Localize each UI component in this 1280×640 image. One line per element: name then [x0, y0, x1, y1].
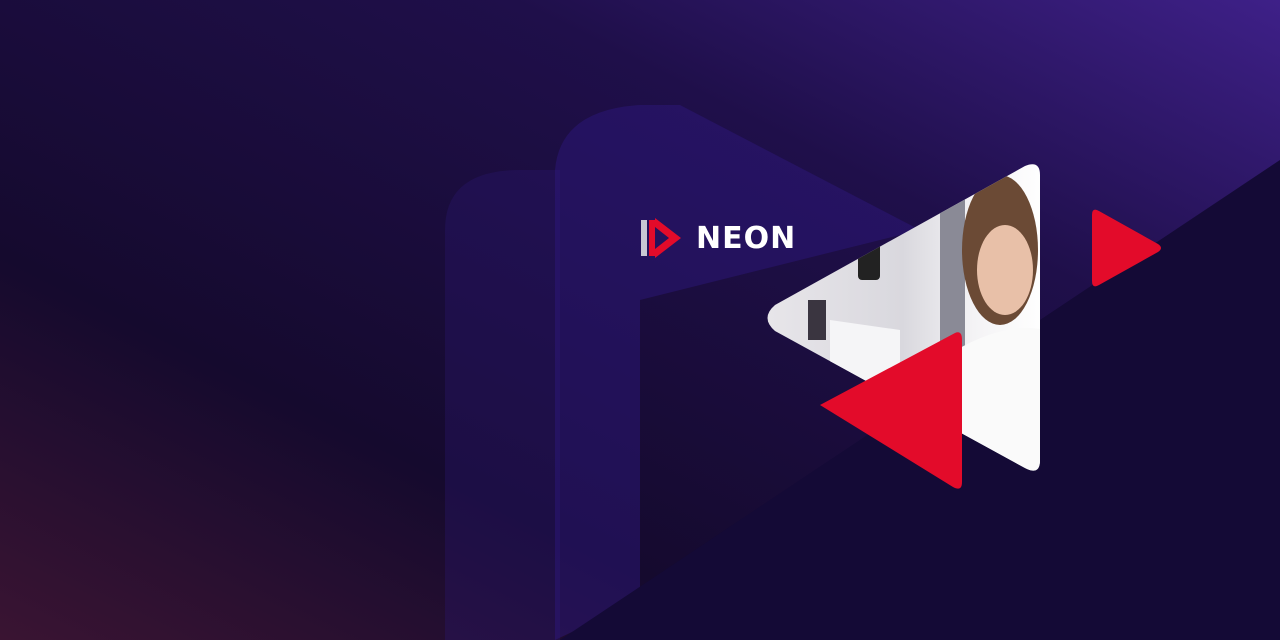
- banner: NEON: [0, 0, 1280, 640]
- brand-name: NEON: [696, 220, 797, 256]
- neon-play-logo-icon: [641, 218, 681, 258]
- banner-graphics: [0, 0, 1280, 640]
- brand-logo: NEON: [640, 216, 796, 260]
- bg-shape-left: [445, 170, 560, 640]
